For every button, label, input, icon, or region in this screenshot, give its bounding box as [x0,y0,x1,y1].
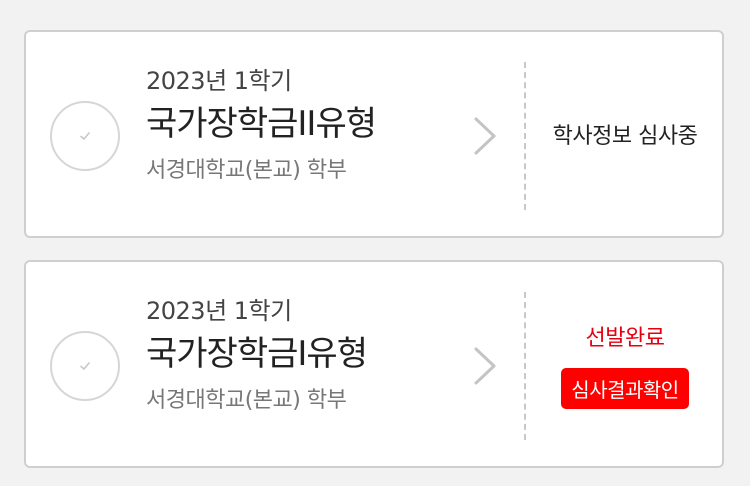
check-result-button[interactable]: 심사결과확인 [561,367,689,409]
status-area: 선발완료 심사결과확인 [526,262,724,466]
scholarship-list: 2023년 1학기 국가장학금II유형 서경대학교(본교) 학부 학사정보 심사… [0,0,750,486]
status-text: 학사정보 심사중 [552,124,698,149]
scholarship-info: 2023년 1학기 국가장학금II유형 서경대학교(본교) 학부 [146,64,446,188]
scholarship-info: 2023년 1학기 국가장학금I유형 서경대학교(본교) 학부 [146,294,446,418]
chevron-right-icon[interactable] [472,116,498,156]
scholarship-card[interactable]: 2023년 1학기 국가장학금II유형 서경대학교(본교) 학부 학사정보 심사… [24,30,724,238]
scholarship-card[interactable]: 2023년 1학기 국가장학금I유형 서경대학교(본교) 학부 선발완료 심사결… [24,260,724,468]
school-label: 서경대학교(본교) 학부 [146,158,347,183]
select-checkbox[interactable] [50,101,120,171]
scholarship-name: 국가장학금II유형 [146,104,377,144]
scholarship-name: 국가장학금I유형 [146,334,368,374]
status-area: 학사정보 심사중 [526,32,724,236]
chevron-right-icon[interactable] [472,346,498,386]
status-text: 선발완료 [585,325,665,351]
semester-label: 2023년 1학기 [146,297,292,325]
select-checkbox[interactable] [50,331,120,401]
semester-label: 2023년 1학기 [146,67,292,95]
school-label: 서경대학교(본교) 학부 [146,388,347,413]
check-icon [80,132,90,140]
check-icon [80,362,90,370]
